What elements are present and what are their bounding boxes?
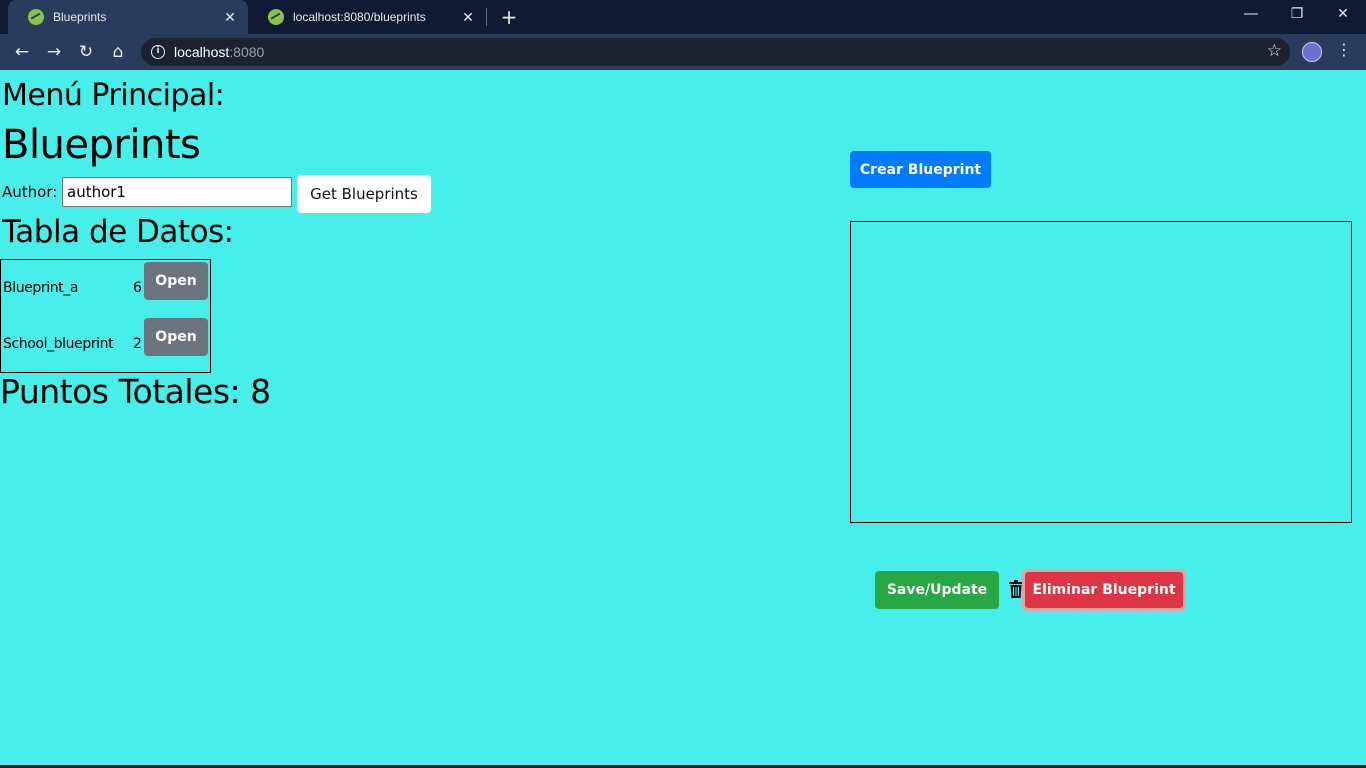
tab-blueprints[interactable]: Blueprints ✕: [8, 0, 248, 34]
table-heading: Tabla de Datos:: [2, 214, 234, 250]
star-icon[interactable]: ☆: [1267, 41, 1282, 61]
page-title: Blueprints: [2, 122, 201, 168]
window-close-icon[interactable]: ✕: [1320, 0, 1366, 30]
open-button[interactable]: Open: [144, 262, 208, 300]
new-tab-icon[interactable]: +: [498, 5, 520, 29]
url-host: localhost: [174, 44, 230, 60]
blueprint-canvas[interactable]: [850, 221, 1352, 523]
url-port: :8080: [229, 44, 265, 60]
arrow-left-icon[interactable]: ←: [10, 40, 34, 64]
home-icon[interactable]: ⌂: [106, 40, 130, 64]
browser-toolbar: ← → ↻ ⌂ i localhost:8080 ☆ ⋮: [0, 34, 1366, 70]
save-update-button[interactable]: Save/Update: [875, 571, 999, 609]
delete-blueprint-button[interactable]: Eliminar Blueprint: [1022, 569, 1186, 611]
close-icon[interactable]: ✕: [460, 9, 476, 26]
blueprint-points: 6: [133, 280, 142, 296]
create-blueprint-button[interactable]: Crear Blueprint: [850, 151, 991, 188]
vertical-dots-icon[interactable]: ⋮: [1334, 40, 1354, 59]
profile-avatar[interactable]: [1302, 42, 1322, 62]
spring-leaf-icon: [265, 6, 287, 28]
open-button[interactable]: Open: [144, 318, 208, 356]
table-row: Blueprint_a 6 Open: [1, 260, 210, 316]
total-points: Puntos Totales: 8: [0, 372, 271, 411]
address-bar[interactable]: i localhost:8080 ☆: [141, 38, 1290, 66]
spring-leaf-icon: [25, 6, 47, 28]
trash-icon: [1009, 580, 1023, 598]
blueprint-points: 2: [133, 336, 142, 352]
minimize-icon[interactable]: ―: [1228, 0, 1274, 30]
tab-localhost-blueprints[interactable]: localhost:8080/blueprints ✕: [248, 0, 486, 34]
get-blueprints-button[interactable]: Get Blueprints: [297, 175, 431, 213]
author-input[interactable]: [62, 177, 292, 207]
table-row: School_blueprint 2 Open: [1, 316, 210, 372]
reload-icon[interactable]: ↻: [74, 40, 98, 64]
tab-separator: [486, 8, 487, 26]
blueprints-table: Blueprint_a 6 Open School_blueprint 2 Op…: [0, 259, 211, 373]
info-icon[interactable]: i: [151, 45, 165, 59]
close-icon[interactable]: ✕: [222, 9, 238, 26]
browser-tab-bar: Blueprints ✕ localhost:8080/blueprints ✕…: [0, 0, 1366, 34]
restore-icon[interactable]: ❐: [1274, 0, 1320, 30]
tab-title: Blueprints: [53, 10, 107, 24]
blueprint-name: School_blueprint: [3, 336, 114, 352]
author-label: Author:: [2, 183, 58, 201]
address-url: localhost:8080: [174, 44, 264, 60]
menu-heading: Menú Principal:: [2, 78, 225, 113]
tab-title: localhost:8080/blueprints: [293, 10, 426, 24]
arrow-right-icon[interactable]: →: [42, 40, 66, 64]
blueprint-name: Blueprint_a: [3, 280, 79, 296]
